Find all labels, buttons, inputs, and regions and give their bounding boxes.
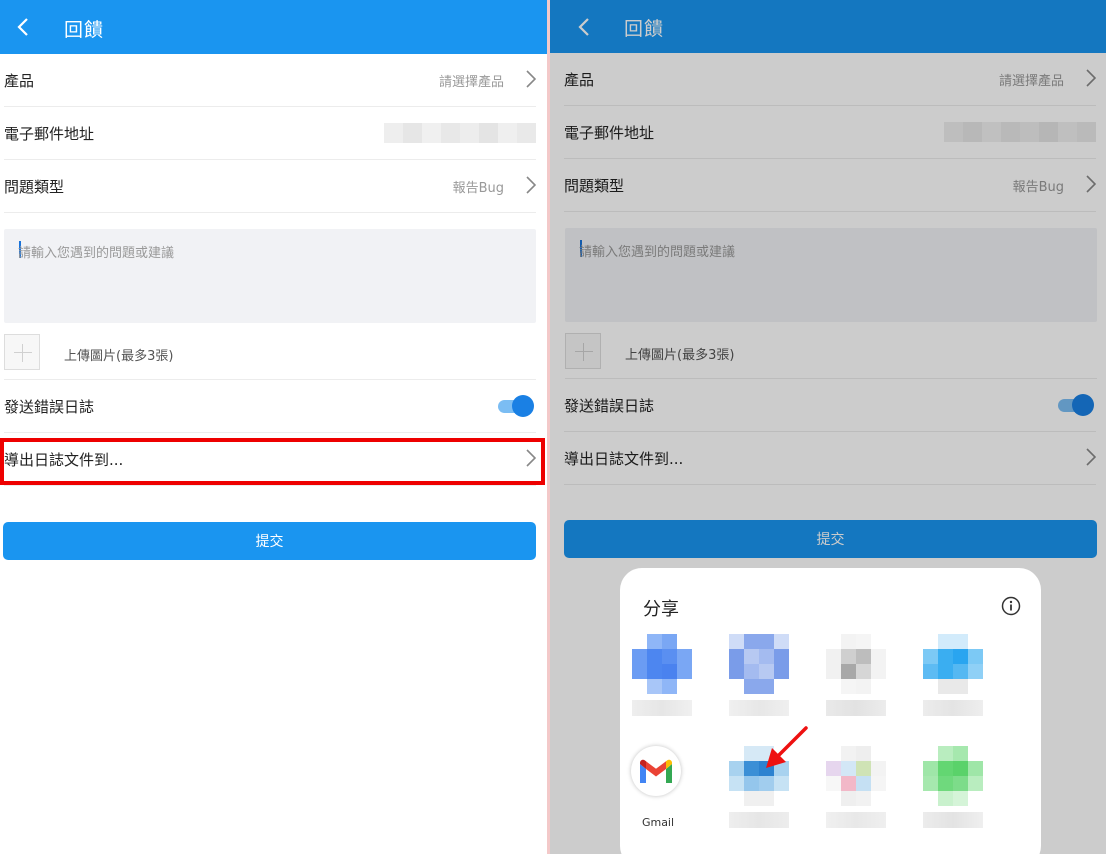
- page-title: 回饋: [64, 19, 105, 41]
- chevron-right-icon: [526, 176, 537, 196]
- share-app-blurred[interactable]: [719, 634, 799, 730]
- app-icon-blurred: [632, 634, 692, 694]
- info-icon[interactable]: [1001, 596, 1021, 616]
- back-button[interactable]: [17, 15, 31, 39]
- app-name-blurred: [826, 700, 886, 716]
- header-bar: 回饋: [0, 0, 547, 54]
- app-icon-blurred: [826, 746, 886, 806]
- send-log-label: 發送錯誤日誌: [4, 397, 95, 416]
- share-app-blurred[interactable]: [816, 634, 896, 730]
- email-label: 電子郵件地址: [4, 124, 95, 143]
- app-name-blurred: [729, 812, 789, 828]
- upload-row: 上傳圖片(最多3張): [4, 334, 536, 380]
- app-icon-blurred: [826, 634, 886, 694]
- app-name-blurred: [923, 700, 983, 716]
- app-name-blurred: [826, 812, 886, 828]
- feedback-screen-right: 回饋 產品 請選擇產品 電子郵件地址 問題類型 報告Bug 請輸入您遇到的問題或…: [550, 0, 1106, 854]
- add-image-button[interactable]: [4, 334, 40, 370]
- feedback-placeholder: 請輸入您遇到的問題或建議: [18, 246, 175, 261]
- share-app-blurred[interactable]: [816, 746, 896, 842]
- send-log-toggle[interactable]: [498, 395, 534, 417]
- share-app-blurred[interactable]: [622, 634, 702, 730]
- chevron-left-icon: [17, 18, 28, 36]
- email-row[interactable]: 電子郵件地址: [4, 107, 536, 160]
- share-app-gmail[interactable]: Gmail: [622, 746, 702, 842]
- submit-button[interactable]: 提交: [3, 522, 536, 560]
- app-icon-blurred: [923, 634, 983, 694]
- product-value: 請選擇產品: [438, 74, 504, 90]
- app-name-blurred: [923, 812, 983, 828]
- feedback-textarea[interactable]: 請輸入您遇到的問題或建議: [4, 229, 536, 323]
- gmail-icon: [631, 746, 681, 796]
- send-log-row: 發送錯誤日誌: [4, 380, 536, 433]
- chevron-right-icon: [526, 70, 537, 90]
- email-value-redacted: [384, 123, 536, 143]
- issue-type-value: 報告Bug: [452, 180, 504, 196]
- issue-type-row[interactable]: 問題類型 報告Bug: [4, 160, 537, 213]
- highlight-box: [0, 438, 545, 485]
- toggle-knob: [512, 395, 534, 417]
- app-name-gmail: Gmail: [641, 816, 675, 829]
- upload-label: 上傳圖片(最多3張): [64, 349, 174, 364]
- product-label: 產品: [4, 71, 35, 90]
- app-name-blurred: [729, 700, 789, 716]
- share-sheet-title: 分享: [643, 599, 679, 620]
- share-app-blurred[interactable]: [913, 746, 993, 842]
- annotation-arrow-icon: [766, 726, 808, 768]
- share-app-blurred[interactable]: [913, 634, 993, 730]
- app-icon-blurred: [923, 746, 983, 806]
- product-row[interactable]: 產品 請選擇產品: [4, 54, 537, 107]
- issue-type-label: 問題類型: [4, 177, 65, 196]
- app-icon-blurred: [729, 634, 789, 694]
- feedback-screen-left: 回饋 產品 請選擇產品 電子郵件地址 問題類型 報告Bug 請輸入您遇到的問題或…: [0, 0, 547, 854]
- app-name-blurred: [632, 700, 692, 716]
- share-sheet: 分享 Gmail: [620, 568, 1041, 854]
